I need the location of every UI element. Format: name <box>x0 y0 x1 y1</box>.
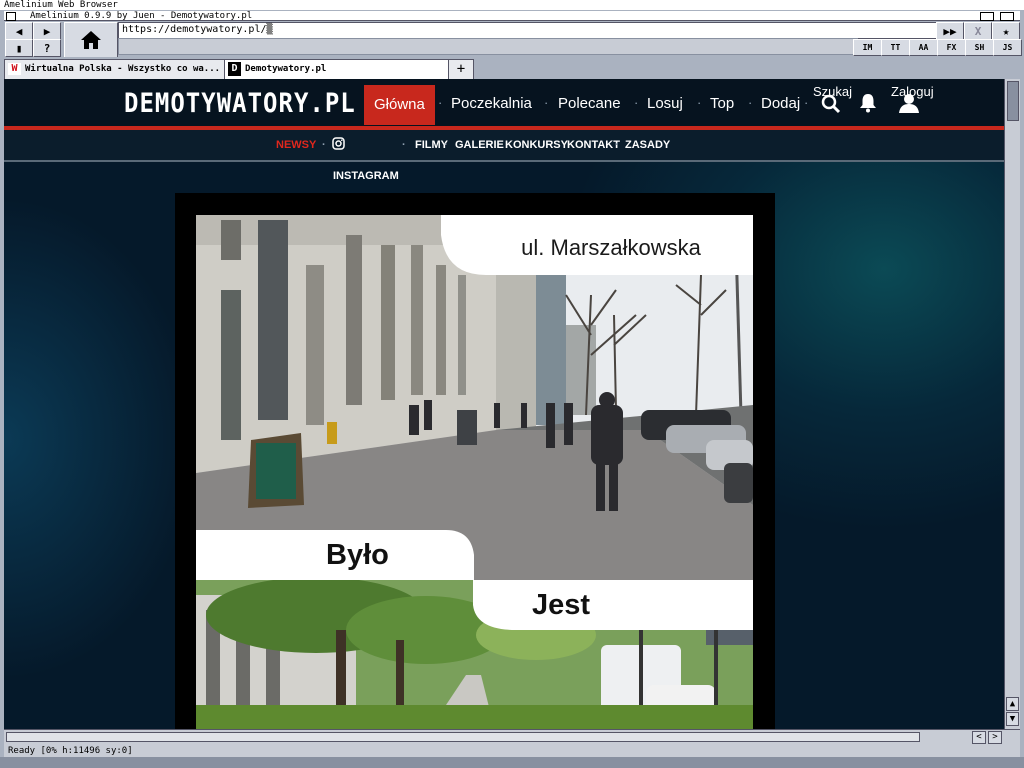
window-title: Amelinium 0.9.9 by Juen - Demotywatory.p… <box>30 11 253 21</box>
user-icon[interactable] <box>898 92 920 114</box>
screen-bottom-bar <box>0 757 1024 768</box>
chip-fx[interactable]: FX <box>937 39 966 56</box>
nav-separator: · <box>544 95 549 110</box>
instagram-icon[interactable] <box>332 137 345 150</box>
new-tab-button[interactable]: + <box>448 59 474 80</box>
subnav-separator: · <box>444 139 448 151</box>
subnav-kontakt[interactable]: KONTAKT <box>567 139 620 151</box>
url-input[interactable]: https://demotywatory.pl/▒ <box>118 22 941 39</box>
scroll-right-icon[interactable]: > <box>988 731 1002 744</box>
chip-sh[interactable]: SH <box>965 39 994 56</box>
nav-separator: · <box>804 95 809 110</box>
stop-icon: X <box>974 24 982 38</box>
fast-forward-button[interactable]: ▶▶ <box>936 22 964 40</box>
forward-button[interactable]: ▶ <box>33 22 61 40</box>
scroll-up-icon[interactable]: ▲ <box>1006 697 1019 711</box>
street-name-label: ul. Marszałkowska <box>521 235 701 260</box>
vertical-scrollbar[interactable]: ▲ ▼ <box>1004 79 1020 729</box>
fast-forward-icon: ▶▶ <box>943 24 957 38</box>
chip-aa[interactable]: AA <box>909 39 938 56</box>
subnav-zasady[interactable]: ZASADY <box>625 139 670 151</box>
chip-js[interactable]: JS <box>993 39 1022 56</box>
subnav-newsy[interactable]: NEWSY <box>276 139 316 151</box>
zoom-gadget[interactable] <box>980 12 994 21</box>
nav-separator: · <box>697 95 702 110</box>
back-button[interactable]: ◀ <box>5 22 33 40</box>
featured-image[interactable]: ul. Marszałkowska Było Jest <box>196 215 753 729</box>
scroll-down-icon[interactable]: ▼ <box>1006 712 1019 726</box>
subnav-separator: · <box>402 139 406 151</box>
star-icon: ★ <box>1002 24 1010 38</box>
subnav-konkursy[interactable]: KONKURSY <box>505 139 568 151</box>
nav-top[interactable]: Top <box>710 95 734 112</box>
subnav-separator: · <box>322 139 326 151</box>
horizontal-scrollbar[interactable]: < > <box>4 729 1020 745</box>
subnav-instagram[interactable]: INSTAGRAM <box>333 170 399 182</box>
home-button[interactable] <box>64 22 118 58</box>
nav-separator: · <box>748 95 753 110</box>
window-title-bar[interactable]: Amelinium 0.9.9 by Juen - Demotywatory.p… <box>4 11 1020 21</box>
chip-im[interactable]: IM <box>853 39 882 56</box>
web-page: DEMOTYWATORY.PL Główna · Poczekalnia · P… <box>4 79 1004 729</box>
nav-poczekalnia[interactable]: Poczekalnia <box>451 95 532 112</box>
after-label: Jest <box>532 589 591 621</box>
bell-icon[interactable] <box>859 93 877 113</box>
tab-bar: W Wirtualna Polska - Wszystko co wa... ✕… <box>4 57 1020 80</box>
window-close-button[interactable] <box>6 12 16 21</box>
demotywatory-favicon-icon: D <box>228 62 241 76</box>
horizontal-scroll-thumb[interactable] <box>6 732 920 742</box>
depth-gadget[interactable] <box>1000 12 1014 21</box>
scroll-left-icon[interactable]: < <box>972 731 986 744</box>
featured-post: ul. Marszałkowska Było Jest <box>175 193 775 729</box>
street-photo-collage <box>196 215 753 729</box>
favorite-button[interactable]: ★ <box>992 22 1020 40</box>
status-text: Ready [0% h:11496 sy:0] <box>8 746 133 756</box>
nav-separator: · <box>438 95 443 110</box>
status-bar: Ready [0% h:11496 sy:0] <box>4 745 1020 757</box>
site-navbar: DEMOTYWATORY.PL Główna · Poczekalnia · P… <box>4 79 1004 127</box>
nav-losuj[interactable]: Losuj <box>647 95 683 112</box>
screen-title-bar: Amelinium Web Browser <box>0 0 1024 10</box>
tab-demotywatory-label: Demotywatory.pl <box>245 64 327 74</box>
search-bar[interactable] <box>118 38 858 55</box>
nav-polecane[interactable]: Polecane <box>558 95 621 112</box>
vertical-scroll-thumb[interactable] <box>1007 81 1019 121</box>
wp-favicon-icon: W <box>8 63 21 75</box>
chip-tt[interactable]: TT <box>881 39 910 56</box>
search-icon[interactable] <box>821 94 841 114</box>
stop-button[interactable]: X <box>964 22 992 40</box>
subnav-separator: · <box>615 139 619 151</box>
subnav-galerie[interactable]: GALERIE <box>455 139 504 151</box>
bookmarks-button[interactable]: ▮ <box>5 39 33 57</box>
home-icon <box>81 31 101 49</box>
before-label: Było <box>326 539 389 571</box>
back-icon: ◀ <box>15 24 23 38</box>
help-button[interactable]: ? <box>33 39 61 57</box>
forward-icon: ▶ <box>43 24 51 38</box>
nav-separator: · <box>634 95 639 110</box>
bookmark-icon: ▮ <box>15 41 23 55</box>
nav-dodaj[interactable]: Dodaj <box>761 95 800 112</box>
tab-wp[interactable]: W Wirtualna Polska - Wszystko co wa... ✕ <box>4 59 244 79</box>
help-icon: ? <box>43 41 51 55</box>
screen-title: Amelinium Web Browser <box>4 0 118 10</box>
nav-glowna[interactable]: Główna <box>364 85 435 125</box>
tab-wp-label: Wirtualna Polska - Wszystko co wa... <box>25 64 221 74</box>
site-logo[interactable]: DEMOTYWATORY.PL <box>124 88 356 119</box>
tab-demotywatory[interactable]: D Demotywatory.pl ✕ <box>224 59 464 79</box>
sub-navbar: NEWSY · · FILMY · GALERIE KONKURSY KONTA… <box>4 130 1004 162</box>
